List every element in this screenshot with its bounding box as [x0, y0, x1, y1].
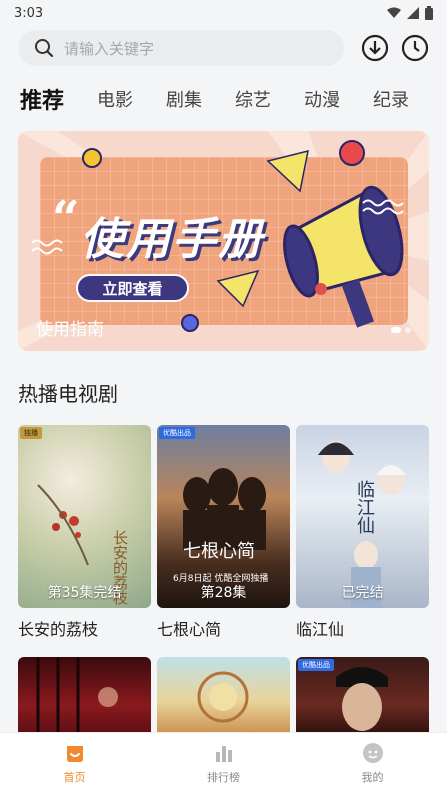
- poster-art: [197, 671, 249, 723]
- status-bar: 3:03: [0, 0, 447, 26]
- show-poster: 独播 长安的荔枝 第35集完结: [18, 425, 151, 608]
- profile-icon: [362, 743, 383, 763]
- show-card[interactable]: [18, 657, 151, 737]
- search-icon: [35, 39, 54, 58]
- carousel-indicator: [391, 327, 411, 333]
- show-card[interactable]: 临江仙 已完结 临江仙: [296, 425, 429, 640]
- show-poster: 优酷出品 七根心简 6月8日起 优酷全网独播 第28集: [157, 425, 290, 608]
- show-title: 七根心简: [157, 620, 222, 639]
- show-title: 临江仙: [296, 620, 345, 639]
- poster-art: [336, 667, 388, 731]
- status-icons: [387, 6, 433, 20]
- battery-icon: [425, 6, 433, 20]
- episode-status: 第28集: [200, 585, 247, 601]
- tab-series[interactable]: 剧集: [166, 86, 202, 112]
- poster-title-art: 七根心简: [183, 541, 255, 562]
- tab-recommend[interactable]: 推荐: [20, 83, 64, 115]
- show-poster: [157, 657, 290, 737]
- nav-home[interactable]: 首页: [25, 742, 125, 785]
- history-button[interactable]: [401, 34, 429, 62]
- status-time: 3:03: [14, 5, 44, 21]
- show-poster: 临江仙 已完结: [296, 425, 429, 608]
- tab-anime[interactable]: 动漫: [304, 86, 340, 112]
- show-card[interactable]: 优酷出品 七根心简 6月8日起 优酷全网独播 第28集 七根心简: [157, 425, 290, 640]
- download-icon: [361, 34, 389, 62]
- show-card[interactable]: 优酷出品: [296, 657, 429, 737]
- tab-movie[interactable]: 电影: [97, 86, 133, 112]
- wifi-icon: [387, 7, 401, 18]
- episode-status: 已完结: [341, 585, 384, 601]
- search-placeholder: 请输入关键字: [64, 39, 155, 58]
- show-title: 长安的荔枝: [18, 620, 99, 639]
- nav-profile[interactable]: 我的: [323, 742, 423, 785]
- nav-ranking[interactable]: 排行榜: [174, 742, 274, 785]
- category-tabs: 推荐 电影 剧集 综艺 动漫 纪录: [20, 82, 447, 116]
- show-poster: 优酷出品: [296, 657, 429, 737]
- poster-title-art: 临江仙: [354, 480, 375, 534]
- clock-icon: [401, 34, 429, 62]
- carousel-dot: [405, 327, 411, 333]
- tab-variety[interactable]: 综艺: [235, 86, 271, 112]
- bottom-nav: 首页 排行榜 我的: [0, 732, 447, 794]
- ranking-icon: [215, 746, 232, 762]
- promo-banner[interactable]: “ 使用手册 立即查看 使用指南: [18, 131, 429, 351]
- search-input[interactable]: 请输入关键字: [18, 30, 344, 66]
- episode-status: 第35集完结: [47, 585, 122, 601]
- nav-profile-label: 我的: [361, 771, 384, 784]
- carousel-dot-active: [391, 327, 401, 333]
- tab-documentary[interactable]: 纪录: [373, 86, 409, 112]
- banner-caption: 使用指南: [36, 320, 104, 340]
- nav-ranking-label: 排行榜: [207, 771, 240, 784]
- signal-icon: [407, 7, 419, 19]
- nav-home-label: 首页: [63, 771, 86, 784]
- poster-art: [36, 657, 118, 737]
- download-button[interactable]: [361, 34, 389, 62]
- show-poster: [18, 657, 151, 737]
- section-title: 热播电视剧: [18, 382, 118, 406]
- show-card[interactable]: [157, 657, 290, 737]
- poster-art: [37, 484, 89, 566]
- show-card[interactable]: 独播 长安的荔枝 第35集完结 长安的荔枝: [18, 425, 151, 640]
- home-icon: [66, 746, 83, 762]
